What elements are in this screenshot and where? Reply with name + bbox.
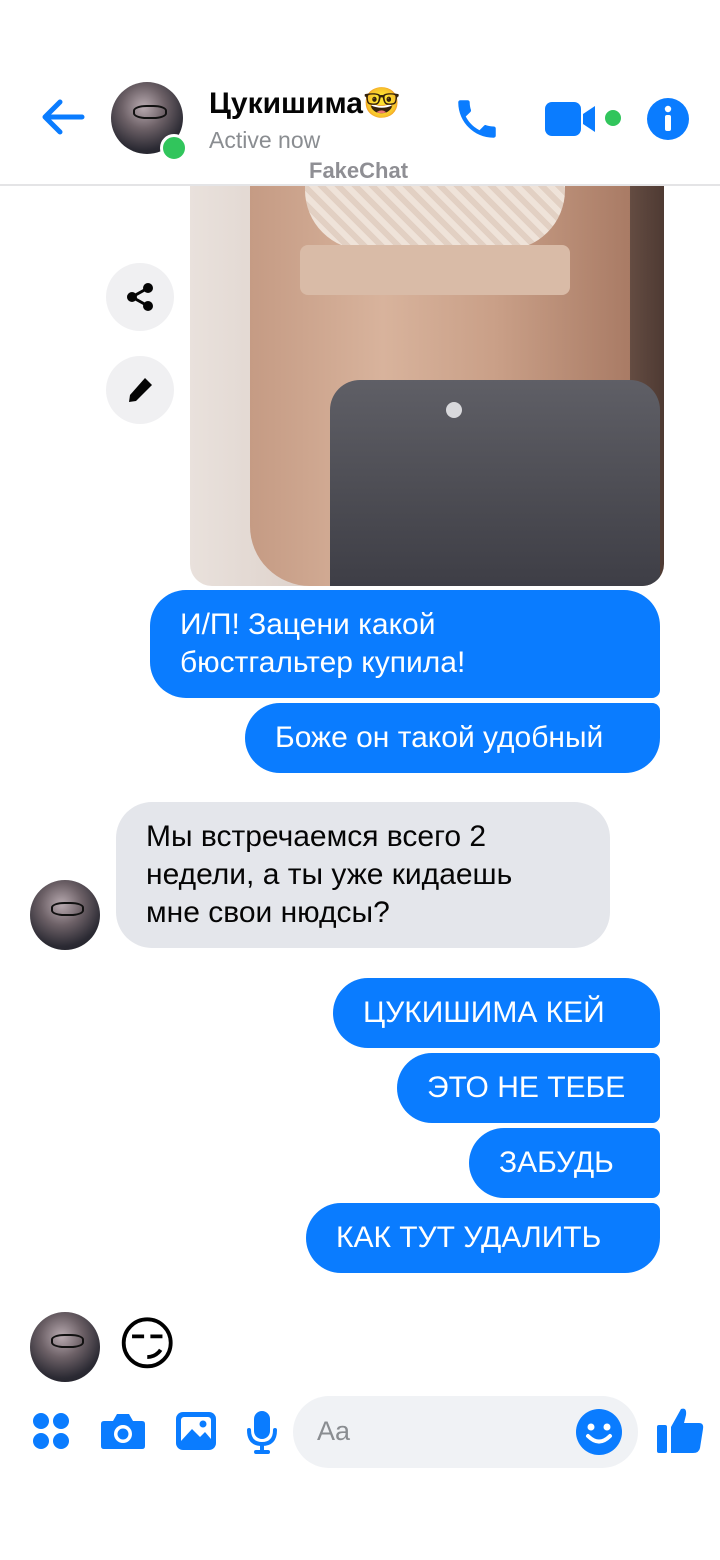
share-button[interactable]: [106, 263, 174, 331]
video-camera-icon[interactable]: [545, 100, 600, 138]
pencil-icon: [129, 378, 152, 402]
info-icon[interactable]: [646, 97, 690, 141]
gallery-icon[interactable]: [175, 1411, 217, 1451]
contact-avatar-small[interactable]: [30, 880, 100, 950]
contact-avatar-small[interactable]: [30, 1312, 100, 1382]
emoji-message[interactable]: 😏: [117, 1310, 177, 1380]
message-input-placeholder: Aa: [317, 1416, 351, 1446]
outgoing-message[interactable]: КАК ТУТ УДАЛИТЬ: [306, 1203, 660, 1273]
video-online-dot: [605, 110, 621, 126]
smile-icon[interactable]: [575, 1408, 623, 1456]
apps-icon[interactable]: [32, 1412, 70, 1450]
thumbs-up-icon[interactable]: [655, 1405, 705, 1455]
active-status: Active now: [209, 127, 321, 153]
outgoing-message[interactable]: ЗАБУДЬ: [469, 1128, 660, 1198]
chat-header: Цукишима🤓 Active now FakeChat: [0, 0, 720, 186]
outgoing-message[interactable]: ЭТО НЕ ТЕБЕ: [397, 1053, 660, 1123]
incoming-message[interactable]: Мы встречаемся всего 2 недели, а ты уже …: [116, 802, 610, 948]
microphone-icon[interactable]: [246, 1410, 278, 1454]
back-arrow-icon[interactable]: [38, 92, 88, 142]
share-icon: [127, 283, 153, 311]
edit-button[interactable]: [106, 356, 174, 424]
outgoing-message[interactable]: И/П! Зацени какой бюстгальтер купила!: [150, 590, 660, 698]
outgoing-message[interactable]: ЦУКИШИМА КЕЙ: [333, 978, 660, 1048]
outgoing-message[interactable]: Боже он такой удобный: [245, 703, 660, 773]
photo-message[interactable]: [190, 150, 664, 586]
message-input[interactable]: Aa: [293, 1396, 638, 1468]
camera-icon[interactable]: [100, 1411, 146, 1451]
online-status-dot: [160, 134, 188, 162]
watermark: FakeChat: [309, 158, 409, 183]
phone-icon[interactable]: [452, 94, 502, 144]
contact-name[interactable]: Цукишима🤓: [209, 86, 400, 121]
